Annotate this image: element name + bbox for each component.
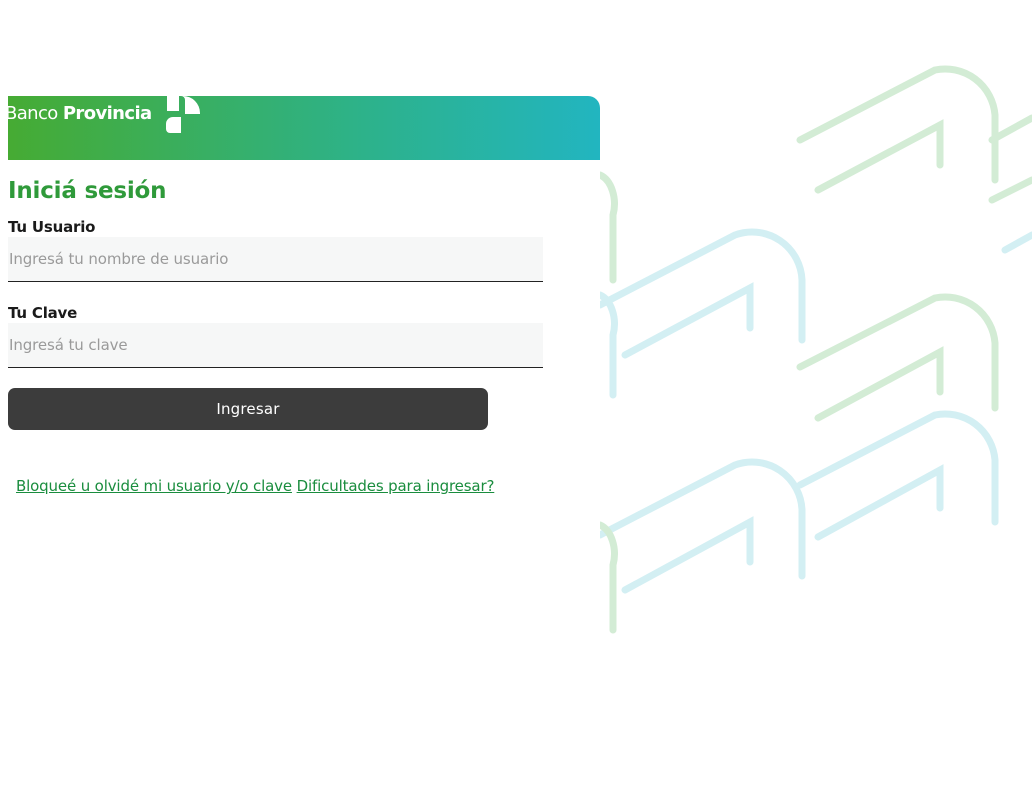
username-label: Tu Usuario <box>8 218 96 236</box>
pattern-arch-cyan-lower-right <box>796 410 999 541</box>
username-input[interactable] <box>8 237 543 282</box>
password-input[interactable] <box>8 323 543 368</box>
password-label: Tu Clave <box>8 304 78 322</box>
brand-name-regular: Banco <box>8 103 58 124</box>
pattern-arch-green-lower-left <box>600 521 618 634</box>
login-page: Banco Provincia Iniciá sesión Tu Usuario… <box>0 0 1032 792</box>
login-submit-button[interactable]: Ingresar <box>8 388 488 430</box>
brand-logo-text: Banco Provincia <box>8 103 152 124</box>
help-links: Bloqueé u olvidé mi usuario y/o clave Di… <box>8 477 600 495</box>
brand-name-bold: Provincia <box>62 103 152 124</box>
page-title: Iniciá sesión <box>8 178 167 204</box>
pattern-arch-green-mid <box>796 293 999 422</box>
pattern-arch-green-top <box>796 65 1032 204</box>
pattern-arch-cyan-lower-left <box>600 458 806 594</box>
banco-provincia-logo-icon <box>166 96 200 133</box>
pattern-arch-cyan-mid <box>600 228 1032 359</box>
login-panel: Banco Provincia Iniciá sesión Tu Usuario… <box>8 96 600 495</box>
login-help-link[interactable]: Dificultades para ingresar? <box>297 477 495 495</box>
decorative-arch-pattern <box>600 65 1032 634</box>
forgot-credentials-link[interactable]: Bloqueé u olvidé mi usuario y/o clave <box>16 477 292 495</box>
pattern-arch-cyan-left <box>600 291 618 399</box>
brand-header: Banco Provincia <box>8 96 600 160</box>
pattern-arch-green-left <box>600 171 618 284</box>
